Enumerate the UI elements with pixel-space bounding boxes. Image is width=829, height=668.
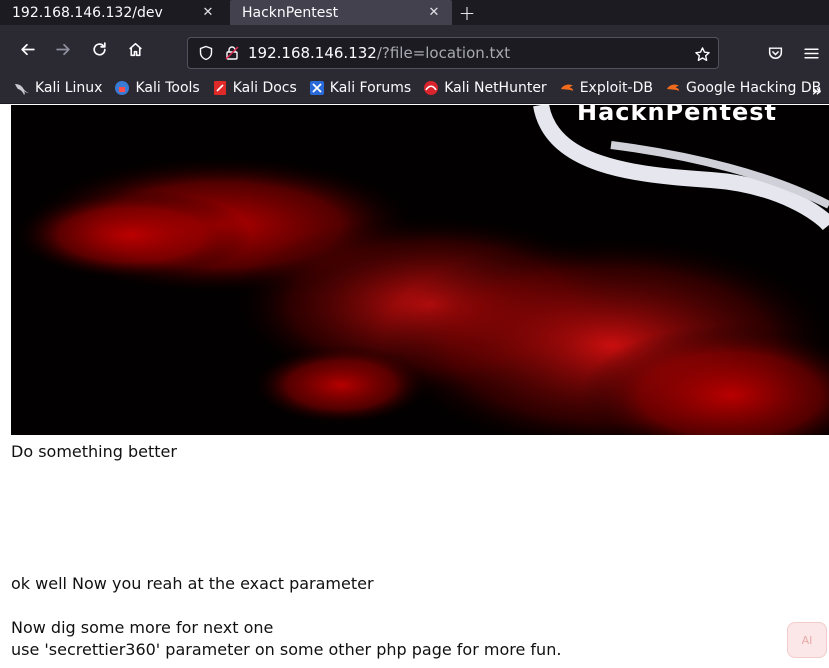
- tab-hacknpentest[interactable]: HacknPentest ✕: [230, 0, 452, 25]
- bookmark-kali-forums[interactable]: Kali Forums: [309, 80, 411, 96]
- page-line-3: Now dig some more for next one: [11, 618, 274, 637]
- reload-button[interactable]: [81, 33, 117, 65]
- banner-logo-text: HacknPentest: [577, 105, 777, 126]
- hamburger-menu-icon: [803, 47, 819, 59]
- bookmark-kali-linux[interactable]: Kali Linux: [14, 80, 102, 96]
- banner-graphic: HacknPentest: [11, 105, 829, 435]
- bookmark-label: Kali Forums: [329, 80, 412, 96]
- kali-dragon-icon: [14, 80, 30, 96]
- bookmarks-overflow-chevron-icon[interactable]: »: [812, 81, 822, 100]
- ai-assistant-badge-icon[interactable]: AI: [787, 622, 827, 658]
- ghdb-icon: [665, 80, 681, 96]
- url-bar[interactable]: 192.168.146.132/?file=location.txt: [187, 37, 719, 69]
- url-path: /?file=location.txt: [376, 44, 511, 62]
- kali-tools-icon: [114, 80, 130, 96]
- toolbar-right-icons: [757, 37, 829, 69]
- page-line-1: Do something better: [11, 442, 177, 461]
- page-line-2: ok well Now you reah at the exact parame…: [11, 574, 374, 593]
- bookmark-label: Kali Tools: [135, 80, 200, 96]
- kali-nethunter-icon: [423, 80, 439, 96]
- home-button[interactable]: [117, 33, 153, 65]
- menu-button[interactable]: [793, 37, 829, 69]
- tab-dev[interactable]: 192.168.146.132/dev ✕: [0, 0, 226, 25]
- kali-forums-icon: [309, 80, 325, 96]
- bookmark-star-icon[interactable]: [692, 44, 712, 64]
- bookmark-google-hacking-db[interactable]: Google Hacking DB: [665, 80, 821, 96]
- page-content: HacknPentest Do something better ok well…: [0, 105, 829, 668]
- close-tab-icon[interactable]: ✕: [426, 5, 442, 21]
- page-line-4: use 'secrettier360' parameter on some ot…: [11, 640, 562, 659]
- bookmark-kali-nethunter[interactable]: Kali NetHunter: [423, 80, 547, 96]
- lock-insecure-icon[interactable]: [222, 43, 242, 63]
- url-host: 192.168.146.132: [248, 44, 377, 62]
- close-tab-icon[interactable]: ✕: [200, 5, 216, 21]
- bookmark-kali-docs[interactable]: Kali Docs: [212, 80, 297, 96]
- back-button[interactable]: [9, 33, 45, 65]
- bookmark-label: Exploit-DB: [579, 80, 653, 96]
- tab-strip: 192.168.146.132/dev ✕ HacknPentest ✕ +: [0, 0, 829, 25]
- shield-icon[interactable]: [196, 43, 216, 63]
- bookmark-label: Kali Docs: [232, 80, 297, 96]
- forward-arrow-icon: [55, 43, 70, 55]
- back-arrow-icon: [20, 43, 35, 55]
- tab-title: HacknPentest: [242, 4, 339, 21]
- bookmark-label: Google Hacking DB: [685, 80, 822, 96]
- bookmark-kali-tools[interactable]: Kali Tools: [114, 80, 200, 96]
- reload-icon: [92, 41, 106, 56]
- pocket-icon: [768, 46, 782, 59]
- bookmark-label: Kali NetHunter: [444, 80, 547, 96]
- forward-button[interactable]: [45, 33, 81, 65]
- tab-title: 192.168.146.132/dev: [12, 4, 163, 21]
- new-tab-button[interactable]: +: [452, 0, 482, 25]
- exploit-db-icon: [559, 80, 575, 96]
- home-icon: [128, 42, 142, 56]
- bookmark-exploit-db[interactable]: Exploit-DB: [559, 80, 653, 96]
- bookmarks-toolbar: Kali Linux Kali Tools Kali Docs Kali For…: [0, 73, 829, 104]
- kali-docs-icon: [212, 80, 228, 96]
- bookmark-label: Kali Linux: [35, 80, 103, 96]
- hacknpentest-banner-image: HacknPentest: [11, 105, 829, 435]
- pocket-button[interactable]: [757, 37, 793, 69]
